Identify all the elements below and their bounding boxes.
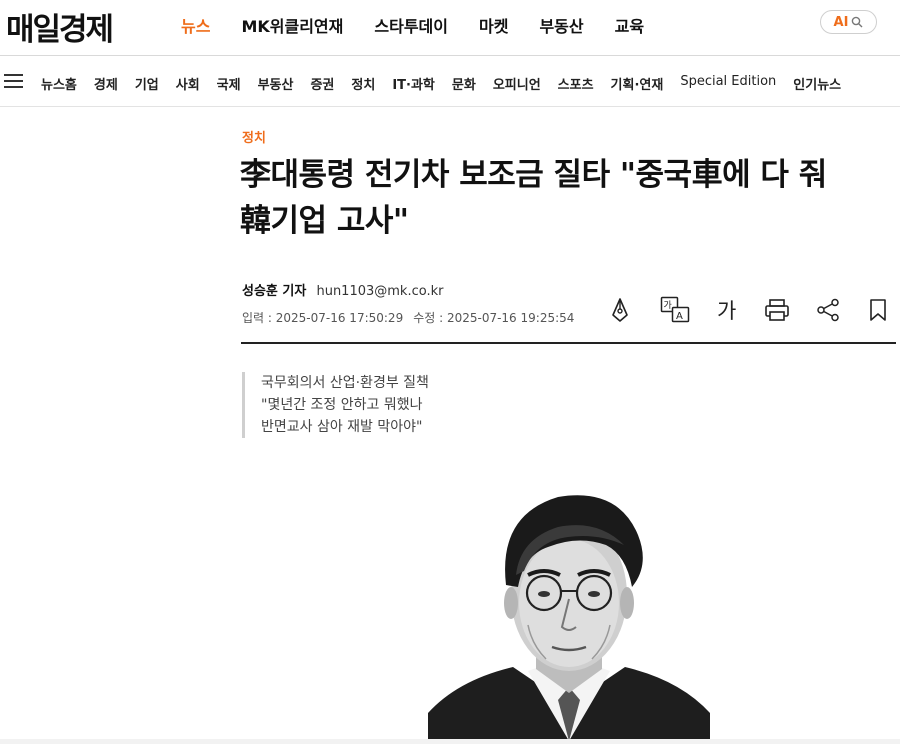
article-header-divider (241, 342, 896, 344)
category-sports[interactable]: 스포츠 (558, 74, 594, 93)
font-size-button[interactable]: 가 (712, 296, 764, 324)
print-icon (765, 299, 789, 321)
portrait-illustration (428, 495, 710, 741)
svg-text:A: A (676, 311, 683, 322)
share-button[interactable] (816, 296, 868, 324)
category-popular-news[interactable]: 인기뉴스 (793, 74, 841, 93)
category-special-edition[interactable]: Special Edition (680, 74, 776, 93)
ai-label: AI (833, 14, 849, 30)
headline-line-2: 韓기업 고사" (240, 203, 409, 239)
article-headline: 李대통령 전기차 보조금 질타 "중국車에 다 줘 韓기업 고사" (240, 152, 890, 244)
category-culture[interactable]: 문화 (452, 74, 476, 93)
share-icon (817, 298, 839, 322)
category-economy[interactable]: 경제 (94, 74, 118, 93)
category-business[interactable]: 기업 (135, 74, 159, 93)
top-header: 매일경제 뉴스 MK위클리연재 스타투데이 마켓 부동산 교육 AI (0, 0, 900, 56)
font-size-icon: 가 (717, 299, 737, 323)
category-society[interactable]: 사회 (176, 74, 200, 93)
category-politics[interactable]: 정치 (351, 74, 375, 93)
byline: 성승훈 기자 hun1103@mk.co.kr (242, 280, 443, 299)
category-opinion[interactable]: 오피니언 (493, 74, 541, 93)
search-icon (852, 16, 863, 28)
category-nav: 뉴스홈 경제 기업 사회 국제 부동산 증권 정치 IT·과학 문화 오피니언 … (41, 74, 858, 93)
ai-pen-icon (612, 298, 628, 322)
section-label[interactable]: 정치 (242, 127, 266, 146)
top-nav-education[interactable]: 교육 (615, 13, 644, 37)
summary-line: 국무회의서 산업·환경부 질책 (261, 375, 429, 391)
category-securities[interactable]: 증권 (310, 74, 334, 93)
hamburger-menu-icon[interactable] (4, 74, 23, 88)
category-news-home[interactable]: 뉴스홈 (41, 74, 77, 93)
top-nav-news[interactable]: 뉴스 (181, 13, 210, 37)
svg-text:가: 가 (664, 300, 672, 311)
article-summary: 국무회의서 산업·환경부 질책 "몇년간 조정 안하고 뭐했나 반면교사 삼아 … (242, 372, 429, 438)
reporter-name[interactable]: 성승훈 기자 (242, 284, 306, 299)
top-nav-star-today[interactable]: 스타투데이 (374, 13, 448, 37)
translate-icon: 가 A (660, 296, 690, 323)
ai-search-button[interactable]: AI (820, 10, 877, 34)
bookmark-button[interactable] (868, 296, 900, 324)
updated-date: 수정 : 2025-07-16 19:25:54 (413, 311, 575, 325)
article-dates: 입력 : 2025-07-16 17:50:29 수정 : 2025-07-16 … (242, 309, 574, 326)
top-nav: 뉴스 MK위클리연재 스타투데이 마켓 부동산 교육 (181, 13, 675, 37)
category-features[interactable]: 기획·연재 (611, 74, 664, 93)
translate-button[interactable]: 가 A (660, 296, 712, 324)
bottom-strip (0, 739, 900, 744)
category-international[interactable]: 국제 (217, 74, 241, 93)
top-nav-real-estate[interactable]: 부동산 (539, 13, 583, 37)
summary-line: 반면교사 삼아 재발 막아야" (261, 419, 423, 435)
top-nav-market[interactable]: 마켓 (479, 13, 508, 37)
bookmark-icon (870, 299, 886, 321)
article-photo[interactable] (428, 475, 710, 741)
summary-line: "몇년간 조정 안하고 뭐했나 (261, 397, 423, 413)
headline-line-1: 李대통령 전기차 보조금 질타 "중국車에 다 줘 (240, 157, 827, 193)
category-it-science[interactable]: IT·과학 (392, 74, 435, 93)
print-button[interactable] (764, 296, 816, 324)
category-bar: 뉴스홈 경제 기업 사회 국제 부동산 증권 정치 IT·과학 문화 오피니언 … (0, 57, 900, 107)
published-date: 입력 : 2025-07-16 17:50:29 (242, 311, 404, 325)
category-real-estate[interactable]: 부동산 (258, 74, 294, 93)
reporter-email[interactable]: hun1103@mk.co.kr (316, 284, 443, 299)
top-nav-mk-weekly[interactable]: MK위클리연재 (241, 13, 343, 37)
site-logo[interactable]: 매일경제 (6, 4, 114, 49)
article-toolbar: 가 A 가 (608, 296, 900, 324)
ai-pen-button[interactable] (608, 296, 660, 324)
